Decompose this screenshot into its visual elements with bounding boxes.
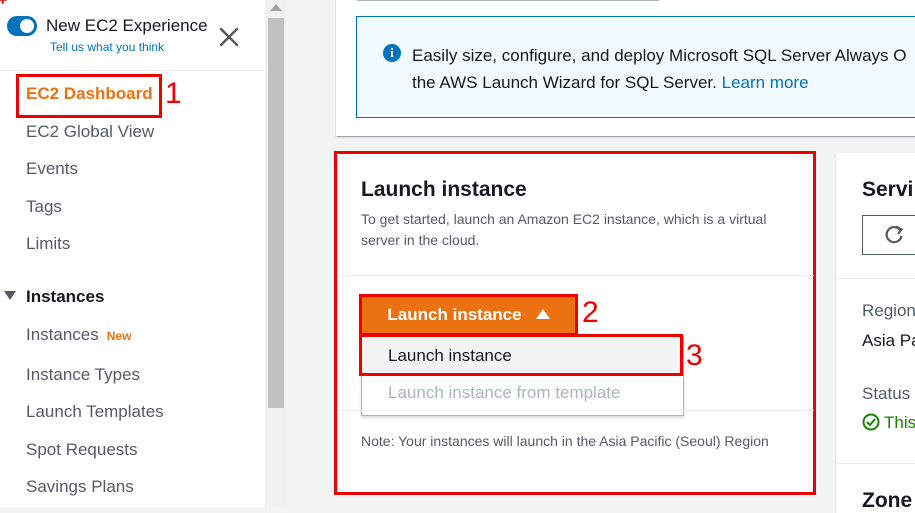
sidebar-item-ec2-global-view[interactable]: EC2 Global View	[26, 122, 154, 142]
zones-title: Zone	[862, 489, 913, 512]
sidebar-divider	[0, 70, 265, 71]
learn-more-link[interactable]: Learn more	[722, 73, 809, 92]
sidebar-item-instances[interactable]: Instances New	[26, 325, 131, 345]
sidebar-item-limits[interactable]: Limits	[26, 234, 70, 254]
launch-card-description: To get started, launch an Amazon EC2 ins…	[361, 211, 767, 248]
region-label: Region	[862, 301, 915, 320]
card-divider	[338, 275, 814, 276]
status-value: This	[862, 413, 915, 433]
new-experience-label: New EC2 Experience	[46, 16, 208, 35]
info-icon: i	[383, 44, 401, 62]
highlight-box-1	[16, 74, 162, 118]
section-label: Instances	[26, 287, 105, 306]
sidebar-section-instances[interactable]: Instances	[4, 287, 104, 307]
sidebar-item-savings-plans[interactable]: Savings Plans	[26, 477, 134, 497]
info-line-1: Easily size, configure, and deploy Micro…	[412, 46, 907, 65]
info-line-2-text: the AWS Launch Wizard for SQL Server.	[412, 73, 717, 92]
info-line-2: the AWS Launch Wizard for SQL Server. Le…	[412, 69, 906, 96]
info-alert-text: Easily size, configure, and deploy Micro…	[412, 42, 906, 96]
input-underline	[357, 0, 659, 1]
caret-down-icon	[4, 291, 16, 300]
status-label: Status	[862, 384, 911, 403]
sidebar-item-spot-requests[interactable]: Spot Requests	[26, 440, 138, 460]
refresh-icon	[885, 225, 904, 244]
sidebar-item-launch-templates[interactable]: Launch Templates	[26, 402, 164, 422]
new-badge: New	[106, 329, 132, 343]
service-divider	[836, 278, 915, 279]
annotation-label-1: 1	[165, 77, 182, 110]
highlight-box-2	[359, 294, 578, 336]
status-text: This	[884, 413, 915, 432]
feedback-link[interactable]: Tell us what you think	[50, 40, 164, 54]
service-divider-2	[836, 463, 915, 464]
close-icon[interactable]	[217, 25, 241, 49]
launch-card-title: Launch instance	[361, 178, 527, 201]
refresh-button[interactable]	[862, 215, 915, 255]
card-divider-bottom	[338, 410, 814, 411]
launch-region-note: Note: Your instances will launch in the …	[361, 433, 769, 449]
sidebar-item-tags[interactable]: Tags	[26, 197, 62, 217]
region-value: Asia Pa	[862, 331, 915, 350]
annotation-plus: +	[0, 0, 8, 9]
sidebar-item-events[interactable]: Events	[26, 159, 78, 179]
service-health-title: Servi	[862, 178, 914, 201]
check-circle-icon	[862, 413, 880, 431]
scrollbar-thumb[interactable]	[268, 18, 284, 408]
scroll-up-arrow-icon[interactable]	[270, 4, 282, 11]
annotation-label-3: 3	[686, 339, 703, 372]
sidebar-item-instance-types[interactable]: Instance Types	[26, 365, 140, 385]
highlight-box-3	[359, 334, 683, 376]
menu-item-launch-from-template[interactable]: Launch instance from template	[388, 383, 620, 403]
new-experience-toggle[interactable]	[7, 16, 37, 36]
sidebar-item-label: Instances	[26, 325, 99, 344]
annotation-label-2: 2	[582, 296, 599, 329]
